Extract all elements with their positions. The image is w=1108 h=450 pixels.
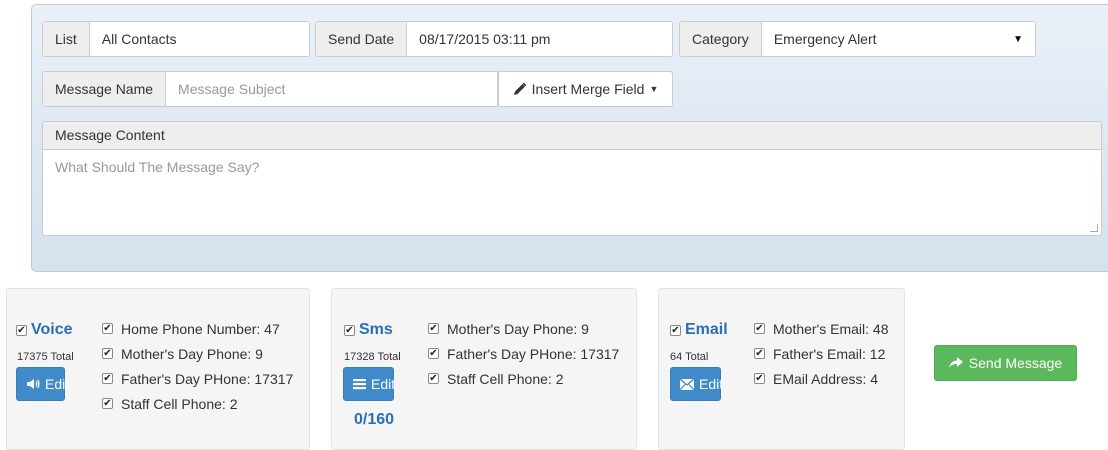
voice-option-mothers-day-phone[interactable]: ✔ Mother's Day Phone: 9 (102, 345, 293, 362)
checkbox[interactable]: ✔ (102, 373, 113, 384)
sms-option-mothers-day-phone[interactable]: ✔ Mother's Day Phone: 9 (428, 320, 619, 337)
sms-option-staff-cell-phone[interactable]: ✔ Staff Cell Phone: 2 (428, 370, 619, 387)
voice-option-home-phone[interactable]: ✔ Home Phone Number: 47 (102, 320, 293, 337)
sms-total: 17328 Total (344, 351, 401, 363)
message-content-placeholder: What Should The Message Say? (55, 159, 260, 175)
caret-down-icon: ▼ (649, 84, 659, 94)
option-label: Staff Cell Phone: 2 (121, 395, 238, 412)
checkbox[interactable]: ✔ (428, 323, 439, 334)
resize-handle-icon[interactable] (1090, 224, 1098, 232)
email-channel-title: Email (685, 321, 728, 338)
email-checkbox[interactable]: ✔ (670, 324, 681, 336)
voice-option-fathers-day-phone[interactable]: ✔ Father's Day PHone: 17317 (102, 370, 293, 387)
checkbox[interactable]: ✔ (428, 373, 439, 384)
email-edit-label: Edit (699, 376, 724, 392)
list-icon (353, 378, 366, 390)
voice-channel-title: Voice (31, 321, 73, 338)
message-name-field[interactable]: Message Subject (166, 72, 497, 106)
category-label: Category (680, 22, 762, 56)
category-select[interactable]: Emergency Alert ▼ (761, 22, 1035, 56)
send-date-field[interactable]: 08/17/2015 03:11 pm (407, 22, 672, 56)
checkbox[interactable]: ✔ (754, 373, 765, 384)
email-total: 64 Total (670, 351, 709, 363)
insert-merge-field-button[interactable]: Insert Merge Field ▼ (498, 71, 673, 107)
volume-icon (26, 378, 40, 390)
chevron-down-icon: ▼ (1013, 33, 1023, 45)
voice-edit-button[interactable]: Edit (16, 367, 69, 401)
option-label: Father's Day PHone: 17317 (447, 345, 620, 362)
sms-edit-label: Edit (371, 376, 396, 392)
option-label: Mother's Day Phone: 9 (447, 320, 589, 337)
voice-channel-toggle[interactable]: ✔ Voice (16, 321, 73, 339)
sms-checkbox[interactable]: ✔ (344, 324, 355, 336)
option-label: Home Phone Number: 47 (121, 320, 280, 337)
email-edit-button[interactable]: Edit (670, 367, 724, 401)
email-option-email-address[interactable]: ✔ EMail Address: 4 (754, 370, 889, 387)
send-date-input-group: Send Date 08/17/2015 03:11 pm (315, 21, 673, 57)
option-label: Staff Cell Phone: 2 (447, 370, 564, 387)
category-selected-value: Emergency Alert (773, 31, 877, 47)
voice-option-staff-cell-phone[interactable]: ✔ Staff Cell Phone: 2 (102, 395, 293, 412)
sms-character-counter: 0/160 (354, 411, 395, 428)
sms-channel-card: ✔ Sms 17328 Total Edit 0/160 ✔ Mother's D… (331, 288, 637, 450)
checkbox[interactable]: ✔ (102, 348, 113, 359)
share-arrow-icon (948, 357, 963, 369)
sms-edit-button[interactable]: Edit (343, 367, 396, 401)
voice-checkbox[interactable]: ✔ (16, 324, 27, 336)
email-options-list: ✔ Mother's Email: 48 ✔ Father's Email: 12 … (754, 320, 889, 387)
checkbox[interactable]: ✔ (102, 323, 113, 334)
message-name-input-group: Message Name Message Subject (42, 71, 498, 107)
sms-options-list: ✔ Mother's Day Phone: 9 ✔ Father's Day PHo… (428, 320, 619, 387)
checkbox[interactable]: ✔ (754, 348, 765, 359)
list-field[interactable]: All Contacts (89, 22, 309, 56)
message-name-label: Message Name (43, 72, 167, 106)
send-message-label: Send Message (968, 355, 1063, 371)
sms-channel-toggle[interactable]: ✔ Sms (344, 321, 393, 339)
message-content-textarea[interactable]: What Should The Message Say? (42, 149, 1102, 236)
email-channel-card: ✔ Email 64 Total Edit ✔ Mother's Email: 4… (658, 288, 905, 450)
checkbox[interactable]: ✔ (102, 398, 113, 409)
category-input-group: Category Emergency Alert ▼ (679, 21, 1036, 57)
sms-option-fathers-day-phone[interactable]: ✔ Father's Day PHone: 17317 (428, 345, 619, 362)
list-input-group: List All Contacts (42, 21, 310, 57)
voice-edit-label: Edit (45, 376, 70, 392)
email-option-mothers-email[interactable]: ✔ Mother's Email: 48 (754, 320, 889, 337)
voice-total: 17375 Total (17, 351, 74, 363)
email-channel-toggle[interactable]: ✔ Email (670, 321, 728, 339)
option-label: Mother's Email: 48 (773, 320, 889, 337)
send-message-button[interactable]: Send Message (934, 345, 1077, 381)
option-label: Father's Email: 12 (773, 345, 886, 362)
list-label: List (43, 22, 90, 56)
checkbox[interactable]: ✔ (754, 323, 765, 334)
checkbox[interactable]: ✔ (428, 348, 439, 359)
insert-merge-field-label: Insert Merge Field (531, 81, 645, 97)
option-label: Father's Day PHone: 17317 (121, 370, 294, 387)
message-content-label: Message Content (42, 121, 1102, 149)
voice-channel-card: ✔ Voice 17375 Total Edit ✔ Home Phone Num… (6, 288, 310, 450)
pencil-icon (513, 82, 527, 96)
email-option-fathers-email[interactable]: ✔ Father's Email: 12 (754, 345, 889, 362)
voice-options-list: ✔ Home Phone Number: 47 ✔ Mother's Day Pho… (102, 320, 293, 412)
option-label: Mother's Day Phone: 9 (121, 345, 263, 362)
send-date-label: Send Date (316, 22, 408, 56)
envelope-icon (680, 378, 694, 390)
option-label: EMail Address: 4 (773, 370, 879, 387)
sms-channel-title: Sms (359, 321, 393, 338)
